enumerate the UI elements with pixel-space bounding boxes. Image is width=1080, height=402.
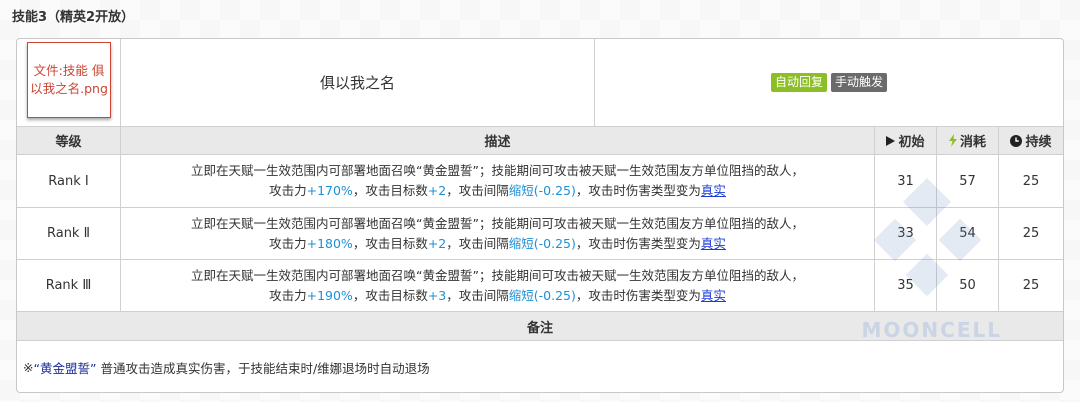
rank-description: 立即在天赋一生效范围内可部署地面召唤“黄金盟誓”；技能期间可攻击被天赋一生效范围…	[121, 208, 875, 259]
initial-value: 33	[875, 208, 937, 259]
notes-header-row: 备注	[17, 312, 1063, 341]
table-row: Rank Ⅱ 立即在天赋一生效范围内可部署地面召唤“黄金盟誓”；技能期间可攻击被…	[17, 208, 1063, 260]
initial-value: 31	[875, 155, 937, 207]
description-line1: 立即在天赋一生效范围内可部署地面召唤“黄金盟誓”；技能期间可攻击被天赋一生效范围…	[191, 215, 804, 231]
description-line1: 立即在天赋一生效范围内可部署地面召唤“黄金盟誓”；技能期间可攻击被天赋一生效范围…	[191, 163, 804, 178]
duration-header: 持续	[999, 127, 1063, 154]
initial-header: 初始	[875, 127, 937, 154]
atk-bonus: +190%	[306, 287, 353, 303]
skill-image-link[interactable]: 文件:技能 俱以我之名.png	[27, 42, 111, 118]
cost-value: 54	[937, 208, 999, 259]
rank-level: Rank Ⅲ	[17, 260, 121, 311]
rank-description: 立即在天赋一生效范围内可部署地面召唤“黄金盟誓”；技能期间可攻击被天赋一生效范围…	[121, 260, 875, 311]
level-header: 等级	[17, 127, 121, 154]
target-count: +2	[427, 183, 447, 198]
interval-value: 缩短(-0.25)	[508, 287, 576, 303]
cost-value: 50	[937, 260, 999, 311]
skill-tags-cell: 自动回复 手动触发	[595, 39, 1063, 126]
note-mark: ※	[23, 360, 34, 375]
cost-header: 消耗	[937, 127, 999, 154]
true-damage-link[interactable]: 真实	[701, 183, 726, 198]
interval-value: 缩短(-0.25)	[508, 183, 576, 198]
rank-level: Rank Ⅰ	[17, 155, 121, 207]
auto-recovery-badge: 自动回复	[770, 73, 827, 92]
duration-header-label: 持续	[1025, 135, 1052, 150]
skill-name-cell: 俱以我之名	[121, 39, 595, 126]
true-damage-link[interactable]: 真实	[701, 236, 726, 251]
table-header-row: 等级 描述 初始 消耗 持续	[17, 127, 1063, 155]
description-line2: 攻击力+190%，攻击目标数+3，攻击间隔缩短(-0.25)，攻击时伤害类型变为…	[269, 287, 726, 303]
initial-value: 35	[875, 260, 937, 311]
skill-image-cell: 文件:技能 俱以我之名.png	[17, 39, 121, 126]
cost-header-label: 消耗	[959, 135, 986, 150]
description-line2: 攻击力+170%，攻击目标数+2，攻击间隔缩短(-0.25)，攻击时伤害类型变为…	[269, 183, 726, 198]
description-line2: 攻击力+180%，攻击目标数+2，攻击间隔缩短(-0.25)，攻击时伤害类型变为…	[269, 235, 726, 251]
manual-trigger-badge: 手动触发	[831, 73, 888, 92]
notes-title: 备注	[526, 320, 553, 336]
description-line1: 立即在天赋一生效范围内可部署地面召唤“黄金盟誓”；技能期间可攻击被天赋一生效范围…	[191, 267, 804, 283]
true-damage-link[interactable]: 真实	[701, 288, 726, 303]
note-text: 普通攻击造成真实伤害，于技能结束时/维娜退场时自动退场	[100, 361, 430, 376]
table-row: Rank Ⅰ 立即在天赋一生效范围内可部署地面召唤“黄金盟誓”；技能期间可攻击被…	[17, 155, 1063, 208]
play-triangle-icon	[886, 135, 896, 146]
duration-value: 25	[1022, 278, 1040, 293]
cost-value: 57	[937, 155, 999, 207]
description-header: 描述	[121, 127, 875, 154]
target-count: +3	[427, 287, 447, 303]
clock-icon	[1010, 134, 1023, 147]
atk-bonus: +180%	[306, 235, 353, 251]
initial-header-label: 初始	[898, 135, 925, 150]
rank-description: 立即在天赋一生效范围内可部署地面召唤“黄金盟誓”；技能期间可攻击被天赋一生效范围…	[121, 155, 875, 207]
interval-value: 缩短(-0.25)	[508, 235, 576, 251]
skill-table: 文件:技能 俱以我之名.png 俱以我之名 自动回复 手动触发 等级 描述 初始…	[16, 38, 1064, 393]
notes-content: ※ “黄金盟誓” 普通攻击造成真实伤害，于技能结束时/维娜退场时自动退场	[23, 341, 430, 392]
target-count: +2	[427, 235, 447, 251]
skill-summary-row: 文件:技能 俱以我之名.png 俱以我之名 自动回复 手动触发	[17, 39, 1063, 127]
skill-name: 俱以我之名	[319, 74, 395, 92]
summon-name: “黄金盟誓”	[33, 361, 97, 376]
table-row: Rank Ⅲ 立即在天赋一生效范围内可部署地面召唤“黄金盟誓”；技能期间可攻击被…	[17, 260, 1063, 312]
atk-bonus: +170%	[306, 183, 353, 198]
section-heading: 技能3（精英2开放）	[12, 10, 135, 25]
duration-value: 25	[1022, 226, 1040, 241]
lightning-icon	[948, 134, 957, 147]
notes-row: ※ “黄金盟誓” 普通攻击造成真实伤害，于技能结束时/维娜退场时自动退场	[17, 341, 1063, 392]
duration-value: 25	[1022, 173, 1040, 189]
rank-level: Rank Ⅱ	[17, 208, 121, 259]
